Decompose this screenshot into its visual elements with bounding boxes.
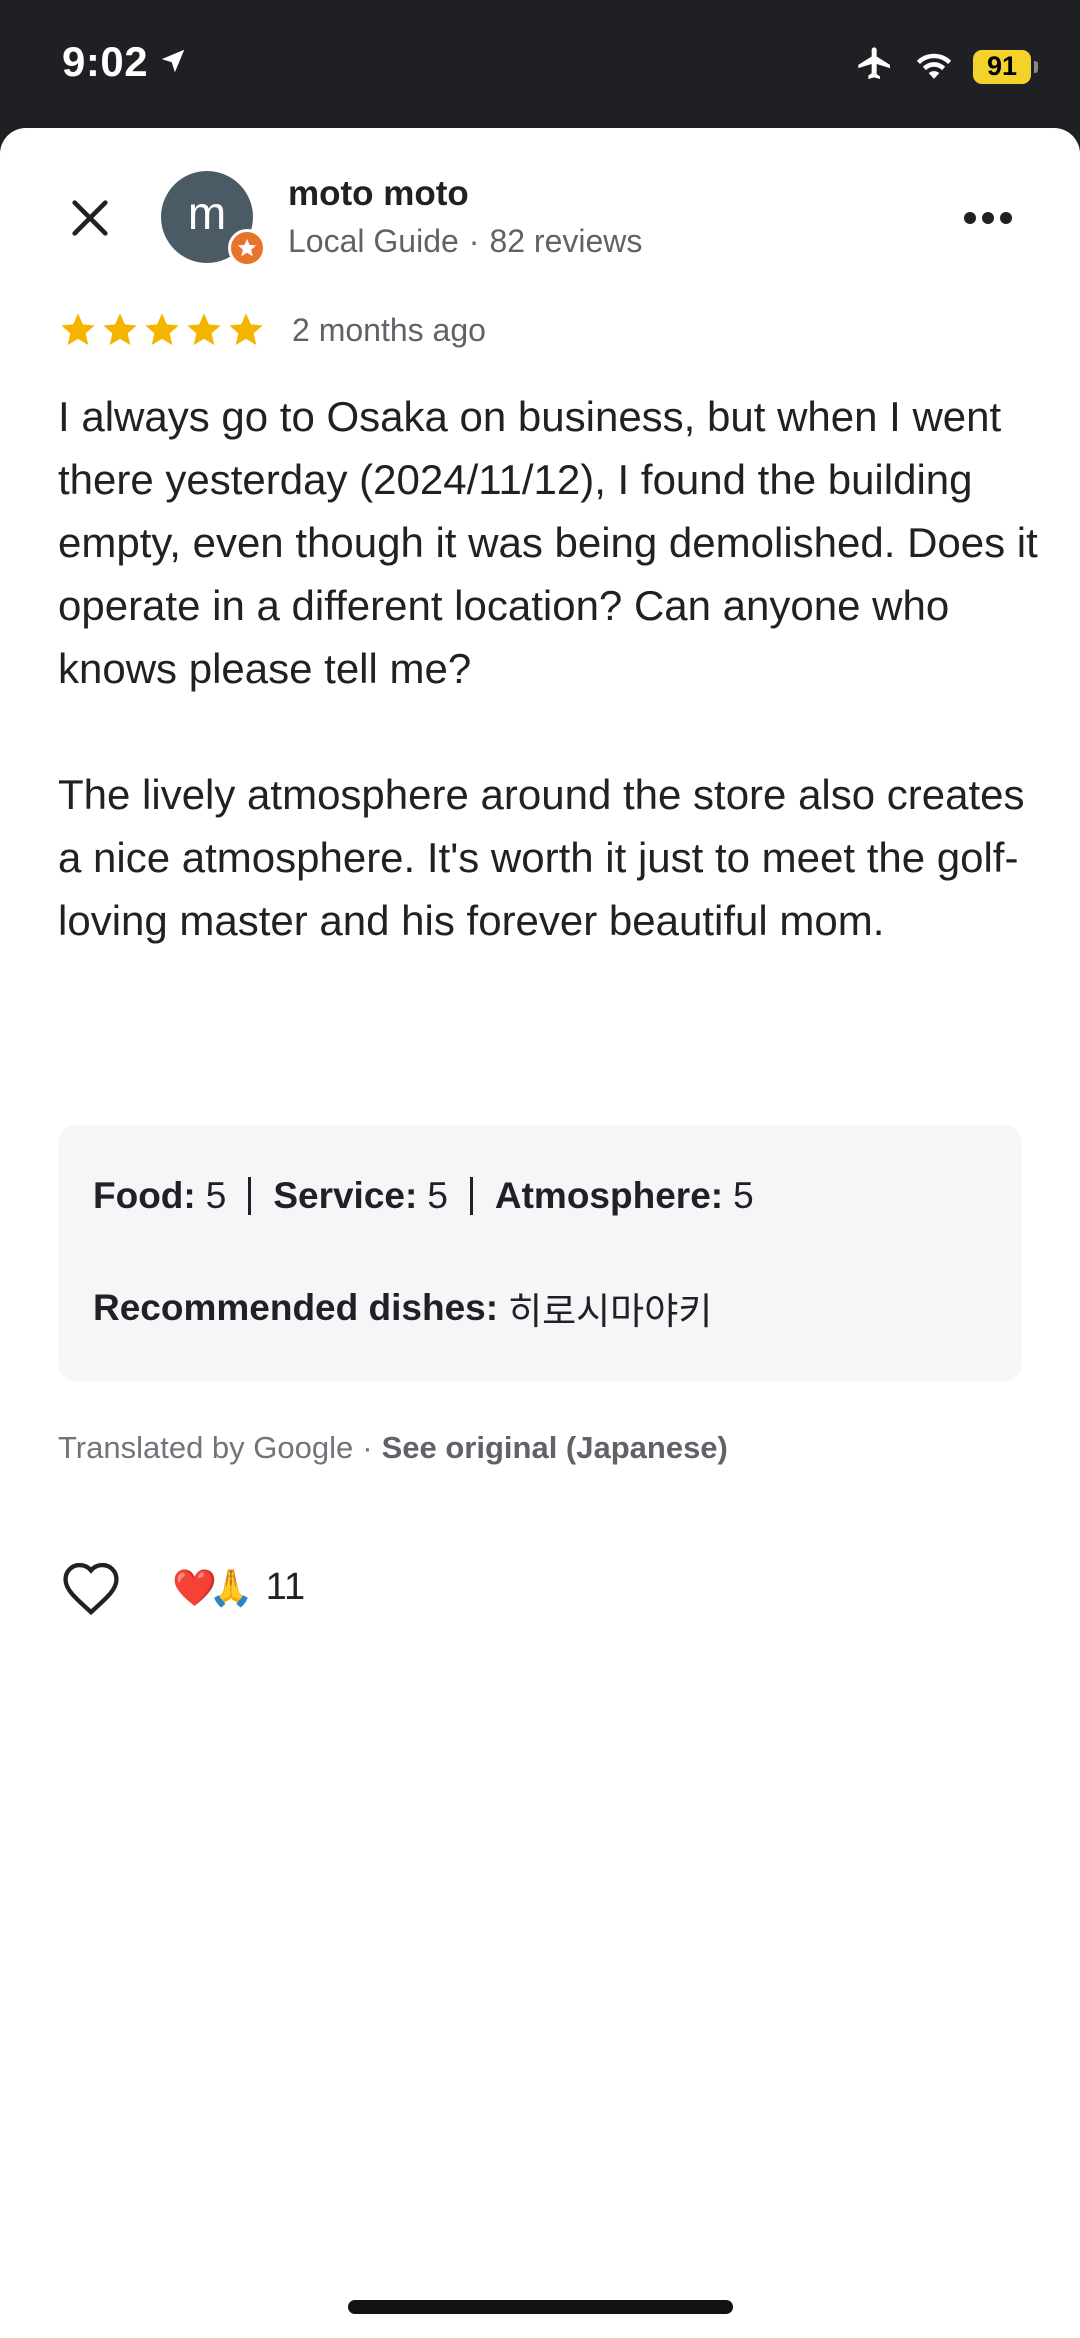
star-icon: [103, 313, 137, 345]
more-options-button[interactable]: [958, 198, 1018, 238]
review-sheet: m moto moto Local Guide · 82 reviews 2 m…: [0, 128, 1080, 2338]
star-icon: [229, 313, 263, 345]
star-rating: [58, 310, 266, 350]
food-value: 5: [205, 1175, 227, 1216]
local-guide-badge-icon: [228, 229, 266, 267]
translation-separator: ·: [362, 1430, 373, 1465]
battery-cap: [1034, 60, 1038, 73]
airplane-icon: [855, 44, 895, 89]
local-guide-label: Local Guide: [288, 223, 459, 259]
heart-outline-icon: [63, 1562, 119, 1616]
rating-row: 2 months ago: [58, 310, 486, 350]
avatar-letter: m: [187, 187, 227, 239]
dishes-label: Recommended dishes:: [93, 1287, 499, 1328]
recommended-dishes: Recommended dishes: 히로시마야키: [93, 1281, 712, 1335]
review-paragraph: I always go to Osaka on business, but wh…: [58, 393, 1038, 692]
divider: [469, 1177, 473, 1215]
star-icon: [145, 313, 179, 345]
atmosphere-label: Atmosphere:: [494, 1175, 724, 1216]
review-paragraph: The lively atmosphere around the store a…: [58, 771, 1025, 944]
reviewer-meta: Local Guide · 82 reviews: [288, 223, 642, 260]
close-button[interactable]: [62, 190, 118, 246]
status-bar: 9:02 91: [0, 0, 1080, 128]
status-time-text: 9:02: [62, 38, 149, 85]
review-date: 2 months ago: [292, 311, 486, 348]
battery-level: 91: [973, 49, 1031, 84]
see-original-link[interactable]: See original (Japanese): [382, 1430, 728, 1466]
review-details: Food: 5 Service: 5 Atmosphere: 5 Recomme…: [58, 1125, 1022, 1381]
like-button[interactable]: [58, 1558, 124, 1618]
star-icon: [61, 313, 95, 345]
close-icon: [72, 200, 108, 236]
reactions[interactable]: ❤️ 🙏 11: [172, 1566, 305, 1609]
more-vert-icon: [964, 212, 1012, 224]
meta-separator: ·: [468, 223, 480, 259]
divider: [248, 1177, 252, 1215]
review-count: 82 reviews: [489, 223, 643, 259]
service-label: Service:: [273, 1175, 418, 1216]
pray-emoji-icon: 🙏: [208, 1566, 254, 1608]
atmosphere-value: 5: [733, 1175, 754, 1216]
translated-by: Translated by Google: [58, 1430, 354, 1465]
star-icon: [187, 313, 221, 345]
wifi-icon: [913, 46, 955, 87]
service-value: 5: [427, 1175, 448, 1216]
dishes-value: 히로시마야키: [508, 1291, 713, 1332]
status-time: 9:02: [62, 38, 188, 86]
review-text: I always go to Osaka on business, but wh…: [58, 385, 1038, 952]
ratings-breakdown: Food: 5 Service: 5 Atmosphere: 5: [93, 1175, 754, 1217]
status-icons: 91: [855, 44, 1038, 89]
food-label: Food:: [93, 1175, 196, 1216]
translation-info: Translated by Google · See original (Jap…: [58, 1430, 728, 1466]
home-indicator[interactable]: [348, 2300, 733, 2314]
location-arrow-icon: [158, 38, 188, 86]
battery-icon: 91: [973, 49, 1038, 84]
reviewer-name[interactable]: moto moto: [288, 174, 469, 214]
reaction-count: 11: [265, 1566, 306, 1608]
